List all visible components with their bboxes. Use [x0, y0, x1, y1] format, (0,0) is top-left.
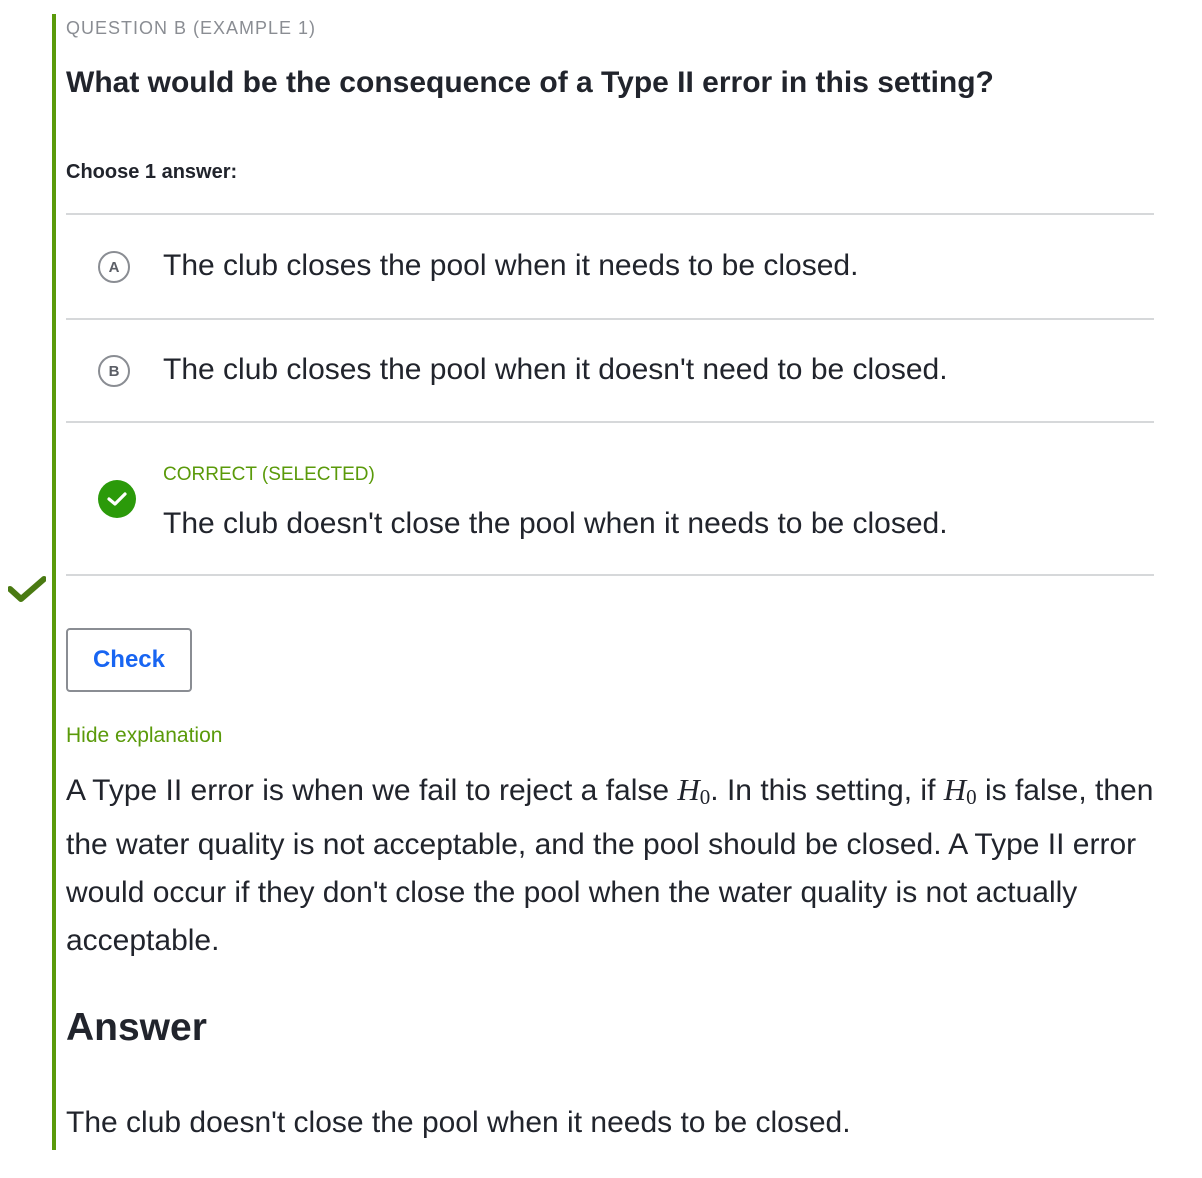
math-h-variable: H [943, 772, 967, 807]
check-glyph-icon [107, 492, 127, 506]
math-h-variable: H [677, 772, 700, 807]
choice-a-letter-icon[interactable]: A [98, 251, 130, 283]
answer-heading: Answer [66, 1006, 207, 1049]
checkmark-circle-icon[interactable] [98, 480, 136, 518]
hide-explanation-link[interactable]: Hide explanation [66, 724, 222, 748]
choice-c-text[interactable]: The club doesn't close the pool when it … [163, 507, 948, 541]
explanation-part2: . In this setting, if [710, 774, 944, 807]
choice-divider [66, 574, 1154, 576]
explanation-part1: A Type II error is when we fail to rejec… [66, 774, 678, 807]
choice-a-text[interactable]: The club closes the pool when it needs t… [163, 249, 858, 283]
choice-b-text[interactable]: The club closes the pool when it doesn't… [163, 353, 948, 387]
choice-divider [66, 213, 1154, 215]
correct-indicator-bar [52, 14, 56, 1150]
check-button[interactable]: Check [66, 628, 192, 692]
math-subscript: 0 [966, 785, 977, 809]
checkmark-icon [8, 576, 46, 602]
choose-answer-label: Choose 1 answer: [66, 161, 238, 183]
question-title: What would be the consequence of a Type … [66, 66, 994, 99]
question-label: QUESTION B (EXAMPLE 1) [66, 18, 317, 38]
explanation-text: A Type II error is when we fail to rejec… [66, 766, 1156, 965]
choice-divider [66, 318, 1154, 320]
choice-c-status: CORRECT (SELECTED) [163, 464, 375, 485]
answer-text: The club doesn't close the pool when it … [66, 1106, 851, 1139]
choice-b-letter-icon[interactable]: B [98, 355, 130, 387]
choice-divider [66, 421, 1154, 423]
math-subscript: 0 [699, 785, 711, 809]
